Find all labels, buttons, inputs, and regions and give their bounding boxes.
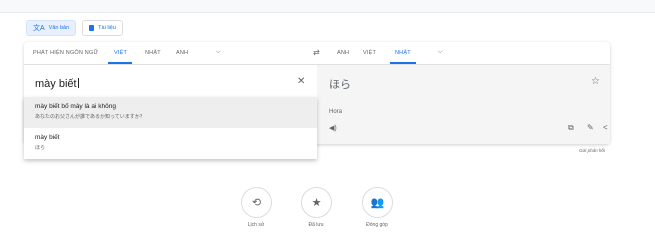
- listen-icon[interactable]: ◀): [329, 124, 337, 132]
- source-input-text: mày biết: [35, 78, 77, 90]
- source-more-chevron-icon[interactable]: ⌵: [216, 49, 221, 56]
- target-more-chevron-icon[interactable]: ⌵: [438, 49, 443, 56]
- text-caret: [77, 78, 79, 88]
- star-icon[interactable]: ☆: [591, 76, 600, 87]
- mode-text-button[interactable]: 文A Văn bản: [26, 20, 77, 36]
- contribute-button[interactable]: 👥: [362, 187, 393, 218]
- contribute-icon: 👥: [370, 197, 385, 209]
- source-lang-vi[interactable]: VIỆT: [114, 50, 127, 56]
- suggestion-main: mày biết: [35, 134, 60, 141]
- top-band: [0, 0, 655, 13]
- suggestion-sub: ほら: [35, 145, 46, 151]
- suggestion-item[interactable]: mày biết ほら: [24, 128, 317, 159]
- target-active-underline: [390, 62, 416, 64]
- mode-document-button[interactable]: Tài liệu: [82, 20, 123, 36]
- source-input[interactable]: mày biết: [35, 78, 79, 90]
- target-lang-ja[interactable]: NHẬT: [395, 50, 411, 56]
- source-lang-en[interactable]: ANH: [176, 50, 188, 56]
- mode-text-label: Văn bản: [48, 25, 70, 31]
- suggestion-main: mày biết bố mày là ai không: [35, 103, 116, 110]
- saved-label: Đã lưu: [308, 222, 324, 228]
- target-panel: ほら ☆ Hora ◀) ⧉ ✎ <: [317, 65, 610, 144]
- suggestion-item[interactable]: mày biết bố mày là ai không あなたのお父さんが誰であ…: [24, 97, 317, 128]
- edit-icon[interactable]: ✎: [587, 123, 594, 132]
- translation-text: ほら: [329, 79, 351, 91]
- suggestion-sub: あなたのお父さんが誰であるか知っていますか？: [35, 114, 145, 120]
- saved-button[interactable]: ★: [301, 187, 332, 218]
- saved-star-icon: ★: [311, 197, 322, 209]
- history-label: Lịch sử: [247, 222, 265, 228]
- source-lang-detect[interactable]: PHÁT HIỆN NGÔN NGỮ: [33, 50, 98, 56]
- source-lang-ja[interactable]: NHẬT: [145, 50, 161, 56]
- source-active-underline: [108, 62, 132, 64]
- romanization: Hora: [329, 109, 343, 115]
- translate-icon: 文A: [33, 24, 45, 32]
- history-icon: ⟲: [251, 197, 262, 209]
- target-lang-en[interactable]: ANH: [337, 50, 349, 56]
- contribute-label: Đóng góp: [366, 222, 388, 228]
- language-bar: PHÁT HIỆN NGÔN NGỮ VIỆT NHẬT ANH ⌵ ⇄ ANH…: [24, 42, 610, 65]
- target-lang-vi[interactable]: VIỆT: [363, 50, 376, 56]
- suggestion-list: mày biết bố mày là ai không あなたのお父さんが誰であ…: [24, 97, 317, 159]
- mode-document-label: Tài liệu: [98, 25, 116, 31]
- document-icon: [89, 25, 95, 31]
- copy-icon[interactable]: ⧉: [568, 123, 574, 133]
- swap-languages-icon[interactable]: ⇄: [313, 48, 320, 57]
- share-icon[interactable]: <: [603, 123, 608, 132]
- clear-icon[interactable]: ✕: [297, 76, 305, 87]
- mode-bar: 文A Văn bản Tài liệu: [26, 20, 123, 36]
- feedback-link[interactable]: Gửi phản hồi: [579, 148, 605, 153]
- history-button[interactable]: ⟲: [241, 187, 272, 218]
